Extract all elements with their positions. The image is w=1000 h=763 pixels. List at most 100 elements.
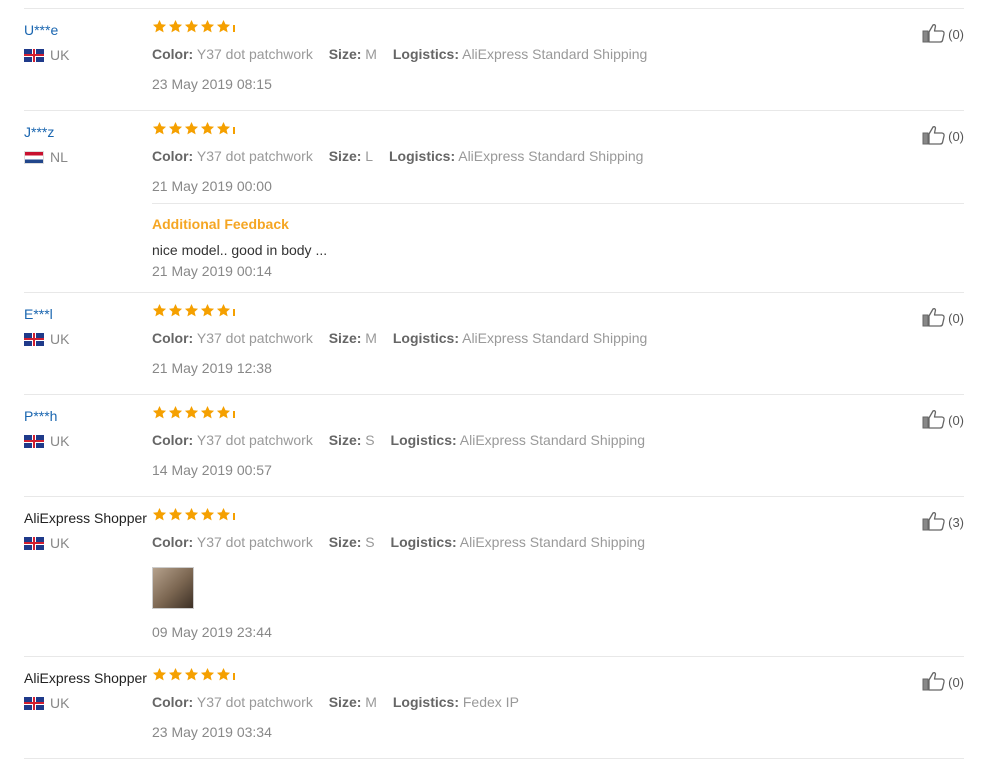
reviewer-info: J***z NL [24, 123, 152, 165]
size-value: M [365, 330, 377, 346]
review-photo-thumbnail[interactable] [152, 567, 194, 609]
country-code: UK [50, 535, 70, 551]
reviewer-name[interactable]: U***e [24, 21, 152, 39]
helpful-count: (0) [948, 129, 964, 144]
uk-flag-icon [24, 434, 44, 448]
reviewer-info: U***e UK [24, 21, 152, 63]
reviewer-country: UK [24, 47, 152, 63]
star-icon [152, 405, 168, 425]
star-icon [216, 507, 232, 527]
star-icon [200, 667, 216, 687]
review-date: 09 May 2019 23:44 [152, 624, 272, 640]
review-item: P***h UK Color: Y37 dot patchwork Size: … [24, 395, 964, 497]
helpful-count: (3) [948, 515, 964, 530]
country-code: UK [50, 47, 70, 63]
reviewer-name: AliExpress Shopper [24, 510, 147, 526]
helpful-button[interactable]: (0) [922, 23, 964, 46]
logistics-label: Logistics: [390, 432, 457, 448]
size-label: Size: [328, 694, 362, 710]
logistics-label: Logistics: [390, 534, 457, 550]
additional-feedback-date: 21 May 2019 00:14 [152, 263, 272, 279]
star-icon [168, 507, 184, 527]
color-label: Color: [152, 432, 194, 448]
star-icon [152, 303, 168, 323]
additional-feedback-title: Additional Feedback [152, 216, 289, 232]
review-item: AliExpress Shopper UK Color: Y37 dot pat… [24, 657, 964, 759]
order-info: Color: Y37 dot patchwork Size: M Logisti… [152, 329, 872, 347]
star-icon [216, 303, 232, 323]
star-icon [168, 667, 184, 687]
size-value: L [365, 148, 374, 164]
logistics-label: Logistics: [392, 694, 459, 710]
country-code: UK [50, 695, 70, 711]
reviewer-info: AliExpress Shopper UK [24, 509, 152, 551]
review-item: AliExpress Shopper UK Color: Y37 dot pat… [24, 497, 964, 657]
helpful-button[interactable]: (3) [922, 511, 964, 534]
thumbs-up-icon [922, 409, 948, 432]
reviewer-country: UK [24, 433, 152, 449]
star-rating [152, 667, 872, 687]
rating-tick-icon [232, 406, 237, 424]
nl-flag-icon [24, 150, 44, 164]
helpful-count: (0) [948, 27, 964, 42]
star-icon [216, 121, 232, 141]
star-rating [152, 19, 872, 39]
star-icon [216, 19, 232, 39]
star-icon [200, 405, 216, 425]
reviewer-country: NL [24, 149, 152, 165]
helpful-button[interactable]: (0) [922, 671, 964, 694]
logistics-value: AliExpress Standard Shipping [458, 148, 644, 164]
size-value: S [365, 432, 375, 448]
order-info: Color: Y37 dot patchwork Size: S Logisti… [152, 533, 872, 551]
rating-tick-icon [232, 508, 237, 526]
color-label: Color: [152, 46, 194, 62]
country-code: UK [50, 433, 70, 449]
size-value: S [365, 534, 375, 550]
reviewer-name[interactable]: P***h [24, 407, 152, 425]
rating-tick-icon [232, 20, 237, 38]
star-icon [184, 303, 200, 323]
reviewer-country: UK [24, 535, 152, 551]
color-label: Color: [152, 330, 194, 346]
additional-feedback: Additional Feedback nice model.. good in… [152, 203, 964, 292]
review-date: 23 May 2019 08:15 [152, 76, 272, 92]
star-icon [184, 667, 200, 687]
uk-flag-icon [24, 696, 44, 710]
star-icon [152, 121, 168, 141]
review-date: 21 May 2019 00:00 [152, 178, 272, 194]
star-icon [200, 19, 216, 39]
reviewer-info: E***l UK [24, 305, 152, 347]
thumbs-up-icon [922, 125, 948, 148]
reviewer-name[interactable]: J***z [24, 123, 152, 141]
star-icon [168, 121, 184, 141]
star-icon [152, 19, 168, 39]
review-content: Color: Y37 dot patchwork Size: M Logisti… [152, 19, 872, 93]
star-icon [152, 667, 168, 687]
color-label: Color: [152, 148, 194, 164]
rating-tick-icon [232, 122, 237, 140]
helpful-count: (0) [948, 413, 964, 428]
helpful-count: (0) [948, 675, 964, 690]
color-value: Y37 dot patchwork [196, 46, 313, 62]
reviewer-name[interactable]: E***l [24, 305, 152, 323]
helpful-button[interactable]: (0) [922, 307, 964, 330]
review-date: 14 May 2019 00:57 [152, 462, 272, 478]
logistics-value: AliExpress Standard Shipping [462, 46, 648, 62]
review-content: Color: Y37 dot patchwork Size: M Logisti… [152, 303, 872, 377]
star-rating [152, 507, 872, 527]
size-label: Size: [328, 432, 362, 448]
size-label: Size: [328, 330, 362, 346]
helpful-count: (0) [948, 311, 964, 326]
order-info: Color: Y37 dot patchwork Size: L Logisti… [152, 147, 872, 165]
color-value: Y37 dot patchwork [196, 694, 313, 710]
order-info: Color: Y37 dot patchwork Size: M Logisti… [152, 693, 872, 711]
review-content: Color: Y37 dot patchwork Size: M Logisti… [152, 667, 872, 741]
reviewer-country: UK [24, 695, 152, 711]
logistics-label: Logistics: [392, 46, 459, 62]
helpful-button[interactable]: (0) [922, 409, 964, 432]
reviewer-info: P***h UK [24, 407, 152, 449]
color-value: Y37 dot patchwork [196, 534, 313, 550]
star-icon [184, 19, 200, 39]
review-date: 23 May 2019 03:34 [152, 724, 272, 740]
helpful-button[interactable]: (0) [922, 125, 964, 148]
